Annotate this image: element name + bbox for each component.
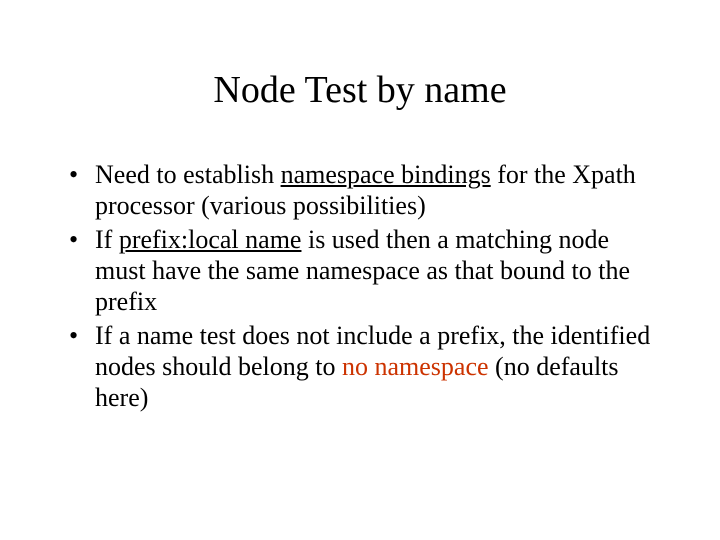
list-item: Need to establish namespace bindings for…: [65, 160, 665, 221]
list-item: If a name test does not include a prefix…: [65, 321, 665, 413]
text: If: [95, 225, 119, 254]
highlighted-text: no namespace: [342, 352, 489, 381]
underlined-text: prefix:local name: [119, 225, 302, 254]
text: Need to establish: [95, 160, 281, 189]
slide: Node Test by name Need to establish name…: [0, 0, 720, 540]
underlined-text: namespace bindings: [281, 160, 491, 189]
bullet-list: Need to establish namespace bindings for…: [65, 160, 665, 413]
slide-title: Node Test by name: [55, 68, 665, 112]
list-item: If prefix:local name is used then a matc…: [65, 225, 665, 317]
